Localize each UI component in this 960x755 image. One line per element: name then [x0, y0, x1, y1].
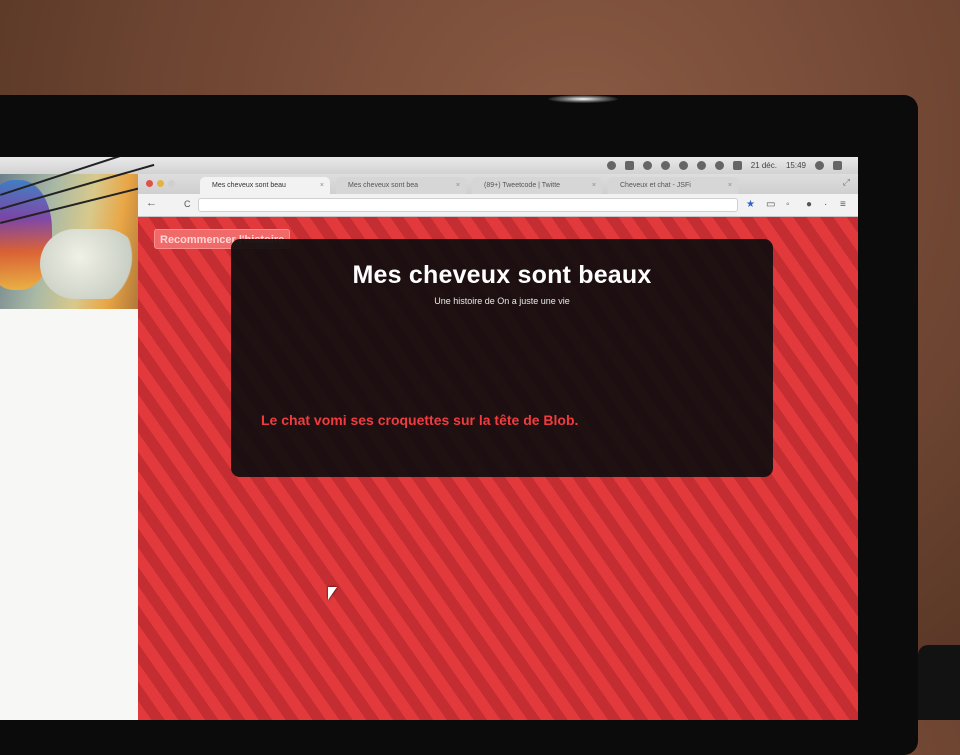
- story-panel: Mes cheveux sont beaux Une histoire de O…: [231, 239, 773, 477]
- story-subtitle: Une histoire de On a juste une vie: [434, 296, 570, 306]
- tab-strip: Mes cheveux sont beau × Mes cheveux sont…: [138, 174, 858, 194]
- tab-close-icon[interactable]: ×: [592, 177, 596, 194]
- bluetooth-icon[interactable]: [660, 161, 670, 170]
- menubar-date[interactable]: 21 déc.: [751, 161, 777, 170]
- tab-tweetcode[interactable]: (89+) Tweetcode | Twitte ×: [472, 177, 602, 194]
- wifi-icon[interactable]: [714, 161, 724, 170]
- tab-label: (89+) Tweetcode | Twitte: [484, 182, 561, 189]
- tab-mes-cheveux-2[interactable]: Mes cheveux sont bea ×: [336, 177, 466, 194]
- address-bar[interactable]: [198, 198, 738, 212]
- reload-icon[interactable]: C: [184, 199, 191, 209]
- tab-label: Mes cheveux sont beau: [212, 182, 286, 189]
- menubar-time[interactable]: 15:49: [786, 161, 806, 170]
- extension-icon[interactable]: ●: [806, 199, 812, 210]
- tab-label: Cheveux et chat - JSFi: [620, 182, 691, 189]
- minimize-window-icon[interactable]: [157, 180, 164, 187]
- app-icon[interactable]: [624, 161, 634, 170]
- extension-icon[interactable]: ·: [824, 199, 827, 210]
- browser-window: Mes cheveux sont beau × Mes cheveux sont…: [138, 174, 858, 720]
- extension-icon[interactable]: ◦: [786, 199, 790, 210]
- tab-mes-cheveux[interactable]: Mes cheveux sont beau ×: [200, 177, 330, 194]
- monitor-stand: [918, 645, 960, 720]
- volume-icon[interactable]: [696, 161, 706, 170]
- story-title: Mes cheveux sont beaux: [352, 261, 652, 289]
- story-text: Le chat vomi ses croquettes sur la tête …: [261, 412, 579, 428]
- back-arrow-icon[interactable]: ←: [146, 197, 157, 209]
- tab-close-icon[interactable]: ×: [320, 177, 324, 194]
- notification-center-icon[interactable]: [833, 161, 842, 170]
- dropbox-icon[interactable]: [606, 161, 616, 170]
- browser-toolbar: ← C ★ ▭ ◦ ● · ≡: [138, 194, 858, 217]
- web-page: Recommencer l'histoire Mes cheveux sont …: [138, 217, 858, 720]
- spotlight-search-icon[interactable]: [815, 161, 824, 170]
- extension-icon[interactable]: ▭: [766, 199, 775, 210]
- tab-close-icon[interactable]: ×: [728, 177, 732, 194]
- bookmark-star-icon[interactable]: ★: [746, 199, 755, 210]
- close-window-icon[interactable]: [146, 180, 153, 187]
- fullscreen-icon[interactable]: ⤢: [843, 177, 850, 188]
- camera-flash-glare: [548, 95, 618, 103]
- tab-jsfiddle[interactable]: Cheveux et chat - JSFi ×: [608, 177, 738, 194]
- cloud-image: [40, 229, 140, 299]
- menu-icon[interactable]: ≡: [840, 199, 846, 210]
- zoom-window-icon[interactable]: [168, 180, 175, 187]
- desktop-wallpaper: [0, 157, 156, 309]
- tab-label: Mes cheveux sont bea: [348, 182, 419, 189]
- background-window: [0, 309, 138, 720]
- screen: 21 déc. 15:49 Mes cheveux sont beau × Me…: [0, 157, 858, 720]
- battery-icon[interactable]: [732, 161, 742, 170]
- tab-close-icon[interactable]: ×: [456, 177, 460, 194]
- sync-icon[interactable]: [642, 161, 652, 170]
- clock-icon[interactable]: [678, 161, 688, 170]
